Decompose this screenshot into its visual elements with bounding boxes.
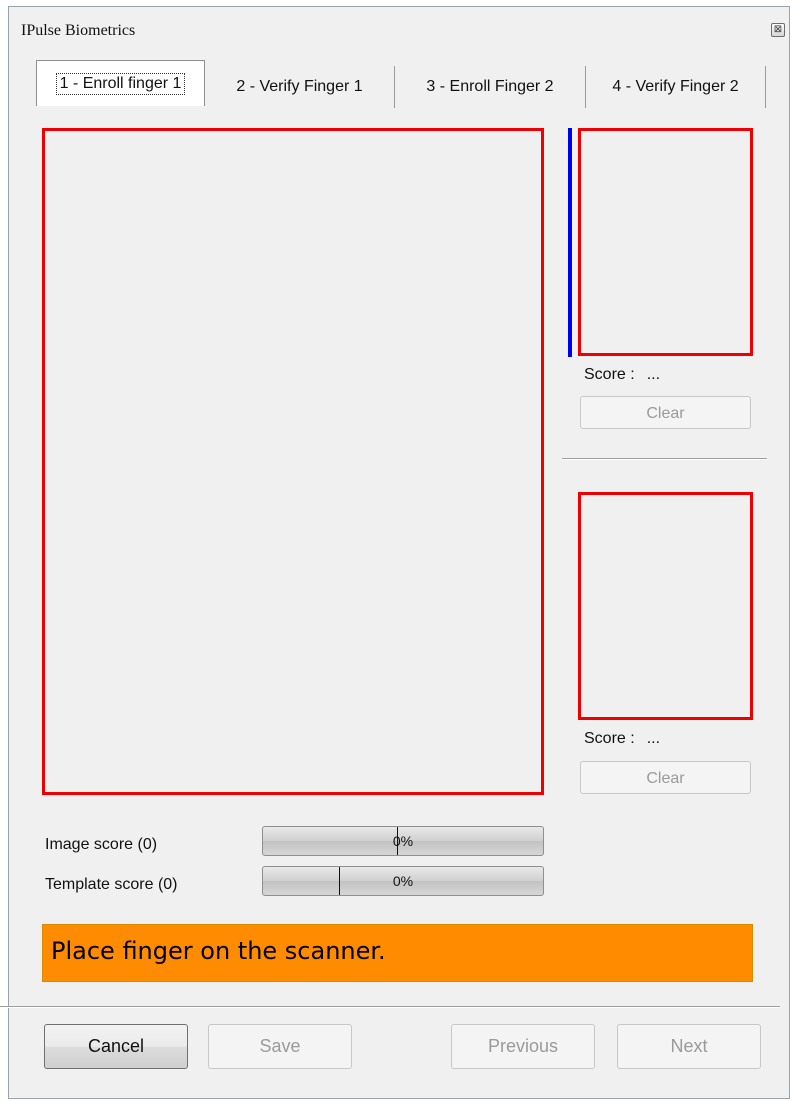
- tab-enroll-finger-1[interactable]: 1 - Enroll finger 1: [36, 60, 205, 106]
- previous-button[interactable]: Previous: [451, 1024, 595, 1069]
- template-score-percent: 0%: [392, 873, 414, 889]
- quality-indicator-bar: [568, 128, 572, 357]
- tab-label: 1 - Enroll finger 1: [55, 72, 186, 95]
- tab-label: 2 - Verify Finger 1: [236, 78, 363, 95]
- score-label: Score :: [584, 366, 635, 383]
- score-value: ...: [646, 366, 661, 383]
- tab-label: 4 - Verify Finger 2: [612, 78, 739, 95]
- status-message: Place finger on the scanner.: [51, 937, 386, 965]
- next-button[interactable]: Next: [617, 1024, 761, 1069]
- cancel-button[interactable]: Cancel: [44, 1024, 188, 1069]
- score-label: Score :: [584, 730, 635, 747]
- score-value: ...: [646, 730, 661, 747]
- tab-label: 3 - Enroll Finger 2: [426, 78, 554, 95]
- clear-button-2[interactable]: Clear: [580, 761, 751, 794]
- tab-bar: 1 - Enroll finger 1 2 - Verify Finger 1 …: [32, 60, 766, 114]
- fingerprint-image-frame: [42, 128, 544, 795]
- fingerprint-thumbnail-2: [578, 492, 753, 720]
- clear-button-1[interactable]: Clear: [580, 396, 751, 429]
- template-score-label: Template score (0): [45, 876, 178, 893]
- image-score-label: Image score (0): [45, 836, 158, 853]
- divider: [562, 458, 767, 460]
- status-banner: Place finger on the scanner.: [42, 924, 753, 982]
- score-readout-1: Score :...: [584, 366, 660, 384]
- image-score-percent: 0%: [392, 833, 414, 849]
- tab-verify-finger-2[interactable]: 4 - Verify Finger 2: [586, 66, 766, 108]
- score-readout-2: Score :...: [584, 730, 660, 748]
- close-icon[interactable]: ⊠: [771, 23, 785, 37]
- window-title: IPulse Biometrics: [21, 22, 136, 39]
- save-button[interactable]: Save: [208, 1024, 352, 1069]
- template-score-progress: 0%: [262, 866, 544, 896]
- fingerprint-thumbnail-1: [578, 128, 753, 356]
- tab-enroll-finger-2[interactable]: 3 - Enroll Finger 2: [395, 66, 586, 108]
- title-bar: IPulse Biometrics ⊠: [9, 7, 789, 45]
- footer-divider: [0, 1006, 780, 1008]
- image-score-progress: 0%: [262, 826, 544, 856]
- tab-verify-finger-1[interactable]: 2 - Verify Finger 1: [205, 66, 395, 108]
